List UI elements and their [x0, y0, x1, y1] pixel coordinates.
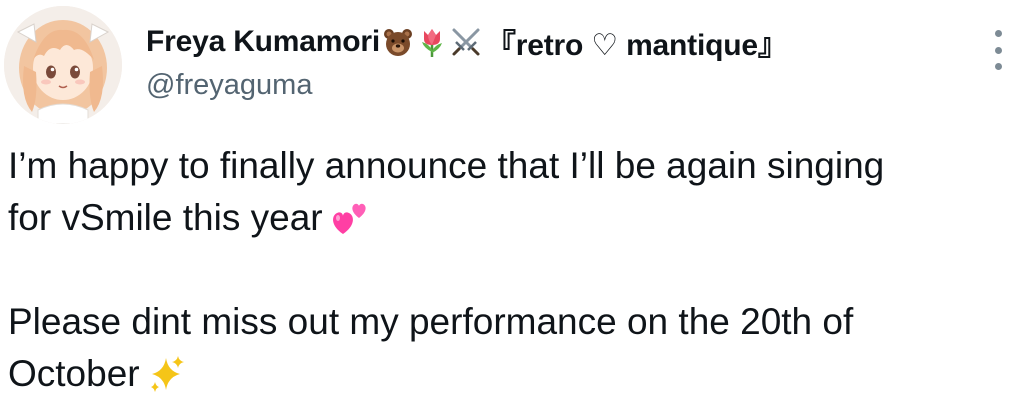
tweet-line: October	[8, 348, 1013, 400]
tweet-line: Please dint miss out my performance on t…	[8, 296, 1013, 348]
display-name-suffix[interactable]: 『retro ♡ mantique』	[486, 20, 788, 64]
tweet-line-text: I’m happy to finally announce that I’ll …	[8, 145, 885, 186]
bear-face-icon	[382, 26, 414, 58]
more-options-button[interactable]	[986, 30, 1010, 70]
author-block: Freya Kumamori 『retro ♡ mantique』 @freya…	[146, 22, 788, 102]
more-vertical-icon-dot	[994, 63, 1002, 70]
more-vertical-icon-dot	[994, 46, 1002, 54]
tweet-line-text: October	[8, 353, 140, 394]
tweet-text: I’m happy to finally announce that I’ll …	[8, 140, 1013, 400]
display-name[interactable]: Freya Kumamori	[146, 25, 380, 59]
user-handle[interactable]: @freyaguma	[146, 68, 788, 102]
more-vertical-icon	[994, 30, 1002, 37]
tweet-line-text: Please dint miss out my performance on t…	[8, 301, 854, 342]
tweet-line: I’m happy to finally announce that I’ll …	[8, 140, 1013, 192]
avatar[interactable]	[4, 6, 122, 124]
two-hearts-icon	[329, 198, 369, 238]
tweet-line: for vSmile this year	[8, 192, 1013, 244]
display-name-row[interactable]: Freya Kumamori 『retro ♡ mantique』	[146, 22, 788, 62]
crossed-swords-icon	[450, 26, 482, 58]
tweet-line-text: for vSmile this year	[8, 197, 323, 238]
sparkles-icon	[146, 354, 186, 394]
anime-girl-avatar-icon	[4, 6, 122, 124]
tulip-icon	[416, 26, 448, 58]
tweet-card: Freya Kumamori 『retro ♡ mantique』 @freya…	[0, 0, 1027, 416]
